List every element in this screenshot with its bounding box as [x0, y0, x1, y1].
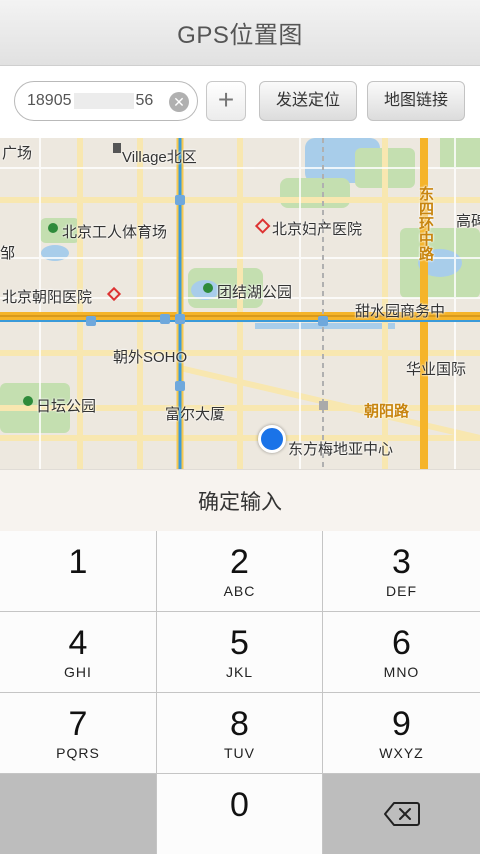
key-digit: 7 — [68, 705, 88, 743]
page-title: GPS位置图 — [177, 22, 303, 49]
map-label-gaobei: 高碑 — [456, 213, 480, 230]
location-pin-icon[interactable] — [258, 425, 286, 453]
key-digit: 4 — [68, 624, 88, 662]
key-digit: 8 — [230, 705, 249, 743]
map-label-chaoyang-road: 朝阳路 — [364, 403, 410, 420]
key-digit: 3 — [392, 543, 411, 581]
key-letters: GHI — [64, 664, 92, 680]
phone-suffix: 56 — [135, 92, 154, 109]
confirm-input-button[interactable]: 确定输入 — [0, 469, 480, 531]
key-letters: DEF — [386, 583, 417, 599]
map-label-village: Village北区 — [122, 149, 197, 166]
key-digit: 9 — [392, 705, 411, 743]
phone-mask — [73, 93, 134, 109]
key-4[interactable]: 4 GHI — [0, 612, 156, 692]
key-digit: 1 — [68, 543, 88, 581]
map-label-guangchang: 广场 — [2, 145, 33, 162]
send-location-button[interactable]: 发送定位 — [259, 81, 357, 121]
key-1[interactable]: 1 — [0, 531, 156, 611]
key-blank — [0, 774, 156, 854]
key-6[interactable]: 6 MNO — [323, 612, 480, 692]
map-label-chaoyang-hospital: 北京朝阳医院 — [2, 289, 93, 306]
map-label-fuchan: 北京妇产医院 — [272, 221, 363, 238]
map-label-dongfangmei: 东方梅地亚中心 — [288, 441, 394, 458]
key-letters: TUV — [224, 745, 255, 761]
key-7[interactable]: 7 PQRS — [0, 693, 156, 773]
nav-bar: GPS位置图 — [0, 0, 480, 66]
key-0[interactable]: 0 — [157, 774, 322, 854]
key-digit: 0 — [230, 786, 249, 824]
map-label-tuanjiehu: 团结湖公园 — [217, 284, 293, 301]
key-3[interactable]: 3 DEF — [323, 531, 480, 611]
add-contact-button[interactable]: + — [206, 81, 246, 121]
key-2[interactable]: 2 ABC — [157, 531, 322, 611]
phone-number-input[interactable]: 18905 56 ✕ — [14, 81, 198, 121]
map-link-button[interactable]: 地图链接 — [367, 81, 465, 121]
phone-prefix: 18905 — [27, 92, 72, 109]
map-view[interactable]: 广场 Village北区 北京工人体育场 北京妇产医院 东四环中路 高碑 邹 北… — [0, 138, 480, 469]
key-letters: JKL — [225, 664, 254, 680]
map-label-gongti: 北京工人体育场 — [62, 224, 168, 241]
map-label-bei: 邹 — [0, 245, 16, 262]
key-letters: MNO — [383, 664, 420, 680]
map-label-fuer: 富尔大厦 — [165, 406, 226, 423]
key-9[interactable]: 9 WXYZ — [323, 693, 480, 773]
clear-icon[interactable]: ✕ — [169, 92, 189, 112]
key-letters: WXYZ — [379, 745, 424, 761]
map-label-huaye: 华业国际 — [406, 361, 467, 378]
key-8[interactable]: 8 TUV — [157, 693, 322, 773]
toolbar: 18905 56 ✕ + 发送定位 地图链接 — [0, 66, 480, 138]
key-letters: PQRS — [56, 745, 100, 761]
key-digit: 5 — [230, 624, 249, 662]
map-label-tianshui: 甜水园商务中 — [355, 303, 446, 320]
key-letters: ABC — [223, 583, 256, 599]
map-label-dongsihuan: 东四环中路 — [417, 186, 434, 261]
backspace-icon — [383, 802, 420, 826]
map-label-ritan: 日坛公园 — [36, 398, 97, 415]
key-5[interactable]: 5 JKL — [157, 612, 322, 692]
numeric-keypad: 1 2 ABC 3 DEF 4 GHI 5 JKL 6 MNO 7 PQRS 8… — [0, 531, 480, 854]
key-digit: 6 — [392, 624, 411, 662]
delete-key[interactable] — [323, 774, 480, 854]
key-digit: 2 — [230, 543, 249, 581]
map-label-chaowai: 朝外SOHO — [113, 349, 188, 366]
